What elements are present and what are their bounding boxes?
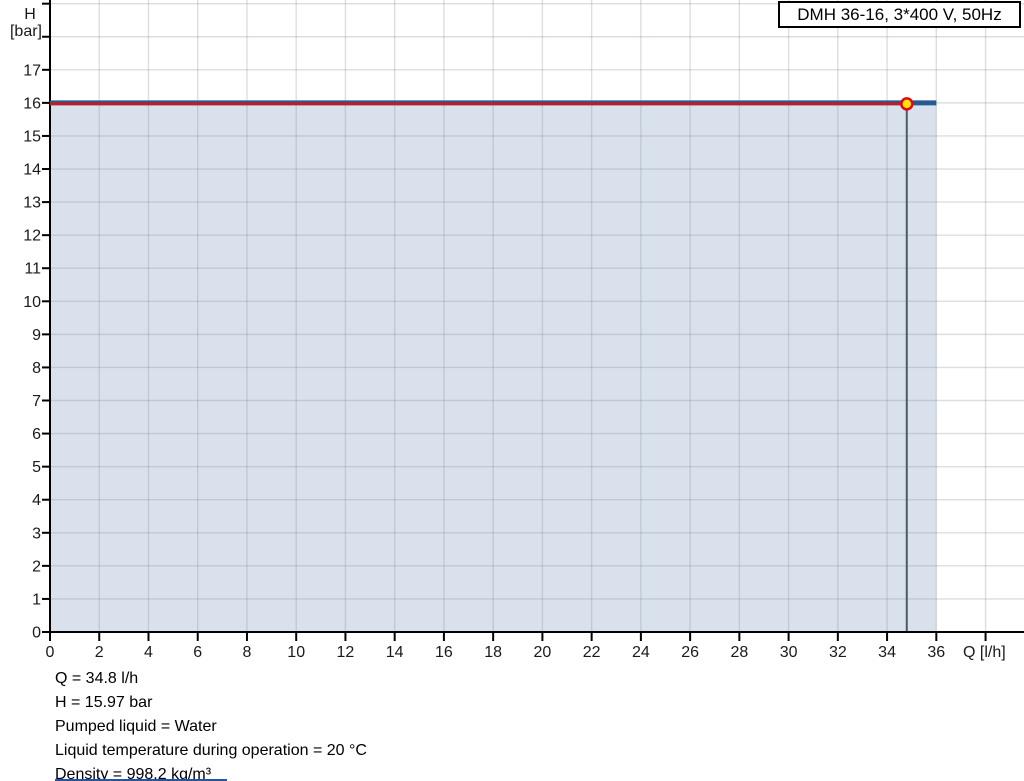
pump-curve-chart: 012345678910111213141516170 2 4 6 8 10 12 14 16 1… xyxy=(10,0,1024,661)
x-tick-label: 36 xyxy=(927,644,945,661)
x-tick-label: 20 xyxy=(534,644,552,661)
x-tick-label: 4 xyxy=(144,644,153,661)
y-tick-label: 17 xyxy=(23,62,41,79)
y-tick-label: 16 xyxy=(23,95,41,112)
y-tick-label: 1 xyxy=(32,591,41,608)
info-line-pumped-liquid: Pumped liquid = Water xyxy=(55,718,217,735)
y-tick-label: 14 xyxy=(23,162,41,179)
info-line-liquid-temperature: Liquid temperature during operation = 20… xyxy=(55,742,367,759)
x-tick-label: 14 xyxy=(386,644,404,661)
operating-point-marker[interactable] xyxy=(900,97,914,111)
x-tick-label: 2 xyxy=(95,644,104,661)
y-tick-label: 2 xyxy=(32,558,41,575)
y-tick-label: 12 xyxy=(23,228,41,245)
x-tick-label: 32 xyxy=(829,644,847,661)
y-tick-label: 0 xyxy=(32,625,41,642)
x-tick-label: 26 xyxy=(681,644,699,661)
pump-curve-page: 0 1 2 3 4 5 6 7 8 9 10 11 12 13 14 15 16 17 0 2 4 6 8 10 12 14 16 1… xyxy=(0,0,1024,781)
y-tick-label: 15 xyxy=(23,128,41,145)
y-tick-label: 6 xyxy=(32,426,41,443)
y-tick-label: 13 xyxy=(23,195,41,212)
info-line-flow: Q = 34.8 l/h xyxy=(55,670,139,687)
x-tick-label: 22 xyxy=(583,644,601,661)
x-tick-label: 6 xyxy=(193,644,202,661)
legend-label: DMH 36-16, 3*400 V, 50Hz xyxy=(797,4,1002,24)
y-axis-title-unit: [bar] xyxy=(10,23,42,40)
operating-data-block: Q = 34.8 l/h H = 15.97 bar Pumped liquid… xyxy=(55,667,655,781)
x-tick-label: 8 xyxy=(243,644,252,661)
x-tick-label: 0 xyxy=(46,644,55,661)
x-tick-label: 28 xyxy=(730,644,748,661)
x-axis-title: Q [l/h] xyxy=(963,644,1006,661)
x-tick-label: 12 xyxy=(337,644,355,661)
y-tick-label: 11 xyxy=(24,261,41,278)
x-tick-label: 10 xyxy=(287,644,305,661)
x-tick-label: 24 xyxy=(632,644,650,661)
y-axis-title: H xyxy=(24,6,36,23)
info-line-head: H = 15.97 bar xyxy=(55,694,153,711)
x-tick-label: 34 xyxy=(878,644,896,661)
y-tick-label: 4 xyxy=(32,492,41,509)
y-tick-label: 9 xyxy=(32,327,41,344)
x-tick-label: 18 xyxy=(484,644,502,661)
x-tick-label: 30 xyxy=(780,644,798,661)
y-tick-label: 3 xyxy=(32,525,41,542)
y-tick-label: 8 xyxy=(32,360,41,377)
x-tick-label: 16 xyxy=(435,644,453,661)
legend-box: DMH 36-16, 3*400 V, 50Hz xyxy=(778,1,1021,28)
y-tick-label: 5 xyxy=(32,459,41,476)
y-tick-label: 7 xyxy=(32,393,41,410)
y-tick-label: 10 xyxy=(23,294,41,311)
